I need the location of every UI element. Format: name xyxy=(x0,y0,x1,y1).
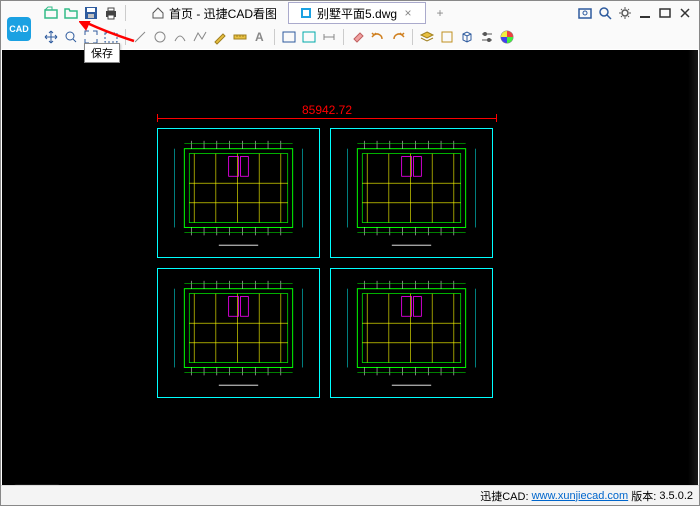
dimension-value: 85942.72 xyxy=(302,103,352,117)
app-logo: CAD xyxy=(7,17,31,41)
layer-blue-icon[interactable] xyxy=(279,27,299,47)
floorplan-3 xyxy=(157,268,320,398)
version-value: 3.5.0.2 xyxy=(659,490,693,502)
polyline-icon[interactable] xyxy=(190,27,210,47)
color-wheel-icon[interactable] xyxy=(497,27,517,47)
undo-icon[interactable] xyxy=(368,27,388,47)
box-icon[interactable] xyxy=(437,27,457,47)
save-icon[interactable] xyxy=(81,3,101,23)
line-icon[interactable] xyxy=(130,27,150,47)
separator xyxy=(343,29,344,45)
tab-file[interactable]: 别墅平面5.dwg × xyxy=(288,2,426,24)
cube-icon[interactable] xyxy=(457,27,477,47)
drawing-canvas[interactable]: 85942.72 xyxy=(2,50,698,485)
gear-icon[interactable] xyxy=(615,3,635,23)
scrollbar[interactable] xyxy=(688,50,698,485)
pencil-icon[interactable] xyxy=(210,27,230,47)
maximize-icon[interactable] xyxy=(655,3,675,23)
version-label: 版本: xyxy=(631,488,656,504)
tooltip-save: 保存 xyxy=(84,43,120,63)
tab-home[interactable]: 首页 - 迅捷CAD看图 xyxy=(140,2,288,24)
tab-label: 别墅平面5.dwg xyxy=(317,5,397,22)
circle-icon[interactable] xyxy=(150,27,170,47)
dimension-icon[interactable] xyxy=(319,27,339,47)
arc-icon[interactable] xyxy=(170,27,190,47)
home-icon xyxy=(151,6,165,20)
layer-teal-icon[interactable] xyxy=(299,27,319,47)
zoom-extents-icon[interactable] xyxy=(61,27,81,47)
layers-icon[interactable] xyxy=(417,27,437,47)
zoom-icon[interactable] xyxy=(595,3,615,23)
redo-icon[interactable] xyxy=(388,27,408,47)
status-bar: 迅捷CAD: www.xunjiecad.com 版本: 3.5.0.2 xyxy=(1,485,699,505)
separator xyxy=(125,29,126,45)
open-file-icon[interactable] xyxy=(41,3,61,23)
separator xyxy=(274,29,275,45)
dwg-icon xyxy=(299,6,313,20)
measure-icon[interactable] xyxy=(230,27,250,47)
svg-text:A: A xyxy=(255,30,264,44)
separator xyxy=(125,5,126,21)
folder-icon[interactable] xyxy=(61,3,81,23)
brand-label: 迅捷CAD: xyxy=(480,488,528,504)
close-tab-icon[interactable]: × xyxy=(401,6,415,20)
brand-url[interactable]: www.xunjiecad.com xyxy=(532,490,629,502)
tab-bar: 首页 - 迅捷CAD看图 别墅平面5.dwg × + xyxy=(140,2,450,24)
erase-icon[interactable] xyxy=(348,27,368,47)
dimension-line: 85942.72 xyxy=(157,108,497,124)
tab-label: 首页 - 迅捷CAD看图 xyxy=(169,5,277,22)
separator xyxy=(412,29,413,45)
text-icon[interactable]: A xyxy=(250,27,270,47)
settings-slider-icon[interactable] xyxy=(477,27,497,47)
new-tab-icon[interactable]: + xyxy=(430,3,450,23)
minimize-icon[interactable] xyxy=(635,3,655,23)
pan-icon[interactable] xyxy=(41,27,61,47)
floorplan-1 xyxy=(157,128,320,258)
toolbar-top: 首页 - 迅捷CAD看图 别墅平面5.dwg × + xyxy=(1,1,699,25)
floorplan-4 xyxy=(330,268,493,398)
print-icon[interactable] xyxy=(101,3,121,23)
close-window-icon[interactable] xyxy=(675,3,695,23)
floorplan-2 xyxy=(330,128,493,258)
screenshot-icon[interactable] xyxy=(575,3,595,23)
